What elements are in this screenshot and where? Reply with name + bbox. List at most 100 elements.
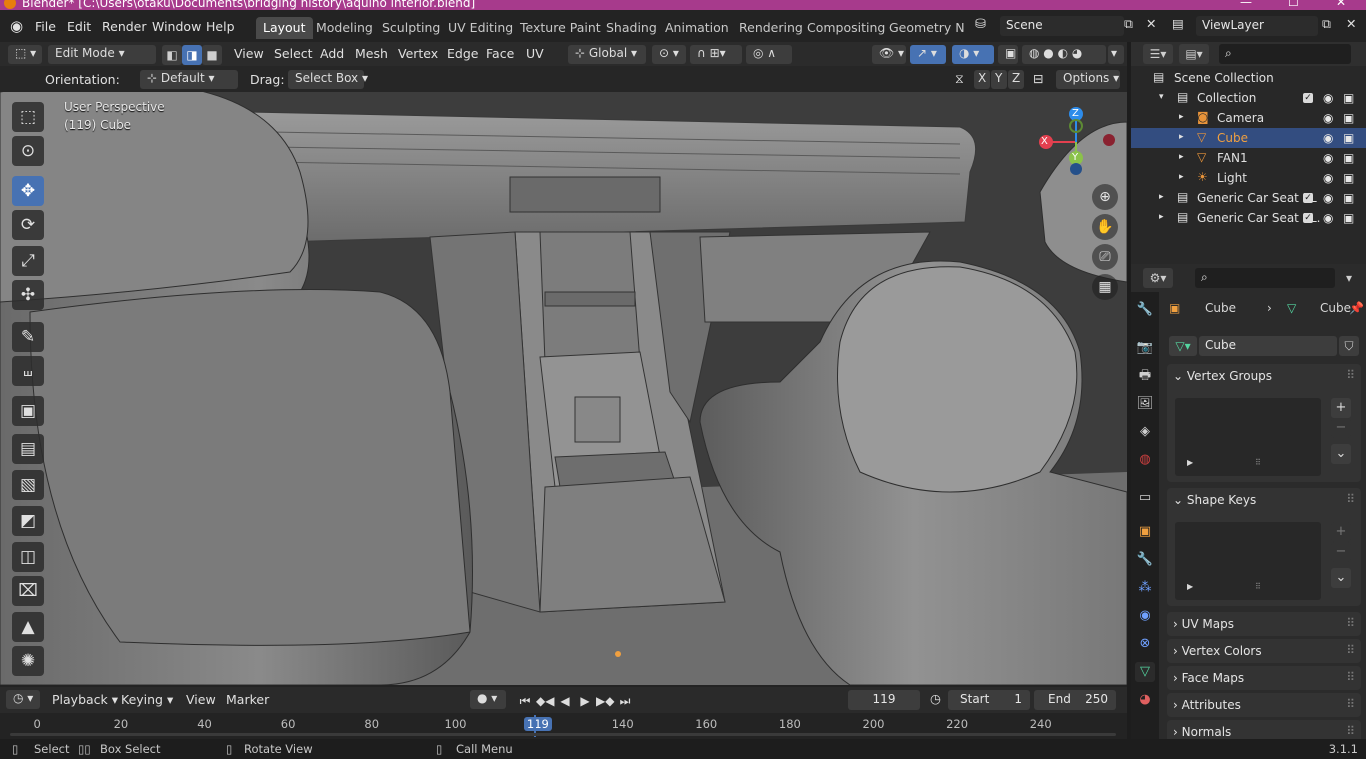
- mirror-x-toggle[interactable]: X: [974, 70, 990, 89]
- workspace-tab-texture-paint[interactable]: Texture Paint: [513, 17, 608, 39]
- properties-search-input[interactable]: ⌕: [1195, 268, 1335, 288]
- expand-chevron-icon[interactable]: ▸: [1179, 152, 1184, 162]
- scene-field[interactable]: Scene: [1000, 16, 1124, 36]
- display-mode-icon[interactable]: ▤▾: [1179, 44, 1209, 64]
- panel-drag-icon[interactable]: ⠿: [1346, 616, 1355, 630]
- maximize-button[interactable]: ☐: [1288, 0, 1299, 9]
- breadcrumb-object[interactable]: Cube: [1205, 301, 1236, 315]
- shape-keys-drag-icon[interactable]: ⠿: [1346, 492, 1355, 506]
- menu-select[interactable]: Select: [274, 46, 313, 61]
- exclude-checkbox[interactable]: ✓: [1303, 193, 1313, 203]
- shape-key-specials-button[interactable]: ⌄: [1331, 568, 1351, 588]
- workspace-tab-sculpting[interactable]: Sculpting: [375, 17, 447, 39]
- exclude-checkbox[interactable]: ✓: [1303, 213, 1313, 223]
- gizmo-toggle-icon[interactable]: ↗ ▾: [910, 45, 946, 64]
- new-scene-icon[interactable]: ⧉: [1124, 16, 1133, 32]
- mesh-name-field[interactable]: Cube: [1199, 336, 1337, 356]
- ortho-grid-icon[interactable]: ▦: [1092, 274, 1118, 300]
- constraints-tab-icon[interactable]: ⊗: [1135, 634, 1155, 654]
- timeline-scrollbar[interactable]: [10, 733, 1116, 736]
- view-layer-field[interactable]: ViewLayer: [1196, 16, 1318, 36]
- material-tab-icon[interactable]: ◕: [1135, 690, 1155, 710]
- face-select-icon[interactable]: ■: [202, 45, 222, 65]
- menu-edge[interactable]: Edge: [447, 46, 478, 61]
- record-keyframe-icon[interactable]: ● ▾: [470, 690, 506, 709]
- menu-view[interactable]: View: [234, 46, 264, 61]
- vertex-groups-list[interactable]: ▶ ⠿: [1175, 398, 1321, 476]
- remove-vertex-group-button[interactable]: −: [1331, 418, 1351, 438]
- object-tab-icon[interactable]: ▣: [1135, 522, 1155, 542]
- outliner-editor-type-icon[interactable]: ☰▾: [1143, 44, 1173, 64]
- pin-icon[interactable]: 📌: [1349, 301, 1364, 315]
- render-camera-icon[interactable]: ▣: [1343, 191, 1354, 205]
- tool-annotate-icon[interactable]: ✎: [12, 322, 44, 352]
- overlay-toggle-icon[interactable]: ◑ ▾: [952, 45, 994, 64]
- view-layer-browse-icon[interactable]: ▤: [1172, 16, 1184, 31]
- auto-merge-icon[interactable]: ⊟: [1033, 71, 1043, 86]
- render-camera-icon[interactable]: ▣: [1343, 131, 1354, 145]
- editor-type-icon[interactable]: ⬚ ▾: [8, 45, 42, 64]
- current-frame-field[interactable]: 119: [848, 690, 920, 710]
- properties-editor-type-icon[interactable]: ⚙▾: [1143, 268, 1173, 288]
- orientation-dropdown[interactable]: ⊹ Default ▾: [140, 70, 238, 89]
- eye-icon[interactable]: ◉: [1323, 91, 1333, 105]
- start-frame-field[interactable]: Start 1: [948, 690, 1030, 710]
- fake-user-shield-icon[interactable]: ⛉: [1339, 336, 1359, 356]
- workspace-tab-rendering[interactable]: Rendering: [732, 17, 810, 39]
- mirror-z-toggle[interactable]: Z: [1008, 70, 1024, 89]
- close-window-button[interactable]: ✕: [1336, 0, 1346, 9]
- expand-chevron-icon[interactable]: ▸: [1159, 212, 1164, 222]
- outliner-row-generic-car-seat-pl[interactable]: ▸ ▤ Generic Car Seat PL ✓ ◉ ▣: [1131, 188, 1366, 208]
- tool-poly-build-icon[interactable]: ▲: [12, 612, 44, 642]
- outliner-row-generic-car-seat-pl[interactable]: ▸ ▤ Generic Car Seat PL. ✓ ◉ ▣: [1131, 208, 1366, 228]
- tool-scale-icon[interactable]: ⤢: [12, 246, 44, 276]
- gizmo-neg-x[interactable]: [1103, 134, 1115, 146]
- eye-icon[interactable]: ◉: [1323, 211, 1333, 225]
- options-dropdown[interactable]: Options ▾: [1056, 70, 1120, 89]
- tool-inset-icon[interactable]: ▧: [12, 470, 44, 500]
- menu-file[interactable]: File: [35, 19, 56, 34]
- outliner-row-light[interactable]: ▸ ☀ Light ◉ ▣: [1131, 168, 1366, 188]
- render-tab-icon[interactable]: 📷: [1135, 338, 1155, 358]
- shape-keys-list[interactable]: ▶ ⠿: [1175, 522, 1321, 600]
- list-expand-icon[interactable]: ▶: [1187, 458, 1193, 467]
- pivot-icon[interactable]: ⊙ ▾: [652, 45, 686, 64]
- panel-drag-icon[interactable]: ⠿: [1346, 670, 1355, 684]
- new-view-layer-icon[interactable]: ⧉: [1322, 16, 1331, 32]
- mesh-browse-icon[interactable]: ▽▾: [1169, 336, 1197, 356]
- panel-face-maps[interactable]: › Face Maps ⠿: [1167, 666, 1361, 690]
- modifier-tab-icon[interactable]: 🔧: [1135, 550, 1155, 570]
- tool-rotate-icon[interactable]: ⟳: [12, 210, 44, 240]
- render-camera-icon[interactable]: ▣: [1343, 91, 1354, 105]
- outliner-row-collection[interactable]: ▾ ▤ Collection ✓ ◉ ▣: [1131, 88, 1366, 108]
- edge-select-icon[interactable]: ◨: [182, 45, 202, 65]
- menu-vertex[interactable]: Vertex: [398, 46, 438, 61]
- gizmo-neg-z[interactable]: [1070, 163, 1082, 175]
- vertex-group-specials-button[interactable]: ⌄: [1331, 444, 1351, 464]
- remove-shape-key-button[interactable]: −: [1331, 542, 1351, 562]
- list-resize-icon[interactable]: ⠿: [1255, 582, 1261, 591]
- expand-chevron-icon[interactable]: ▸: [1179, 172, 1184, 182]
- workspace-tab-compositing[interactable]: Compositing: [800, 17, 892, 39]
- shading-options-icon[interactable]: ▾: [1108, 45, 1124, 64]
- add-shape-key-button[interactable]: +: [1331, 522, 1351, 542]
- tool-tab-icon[interactable]: 🔧: [1135, 300, 1155, 320]
- timeline-editor-type-icon[interactable]: ◷ ▾: [6, 690, 40, 709]
- outliner-row-camera[interactable]: ▸ ◙ Camera ◉ ▣: [1131, 108, 1366, 128]
- menu-edit[interactable]: Edit: [67, 19, 91, 34]
- expand-chevron-icon[interactable]: ▸: [1159, 192, 1164, 202]
- jump-start-icon[interactable]: ⏮: [516, 692, 534, 710]
- particles-tab-icon[interactable]: ⁂: [1135, 578, 1155, 598]
- zoom-icon[interactable]: ⊕: [1092, 184, 1118, 210]
- tool-move-icon[interactable]: ✥: [12, 176, 44, 206]
- panel-drag-icon[interactable]: ⠿: [1346, 697, 1355, 711]
- play-reverse-icon[interactable]: ◀: [556, 692, 574, 710]
- workspace-tab-geometry-nodes[interactable]: Geometry Nod: [882, 17, 964, 39]
- end-frame-field[interactable]: End 250: [1034, 690, 1116, 710]
- scene-tab-icon[interactable]: ◈: [1135, 422, 1155, 442]
- menu-mesh[interactable]: Mesh: [355, 46, 388, 61]
- workspace-tab-uv-editing[interactable]: UV Editing: [441, 17, 520, 39]
- minimize-button[interactable]: —: [1240, 0, 1252, 9]
- outliner-search-input[interactable]: ⌕: [1219, 44, 1351, 64]
- add-vertex-group-button[interactable]: +: [1331, 398, 1351, 418]
